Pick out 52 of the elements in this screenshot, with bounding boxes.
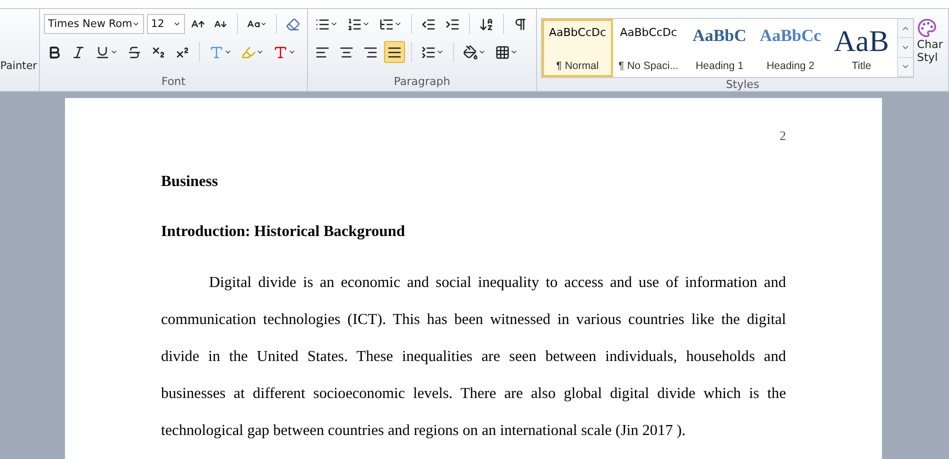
paint-bucket-icon [463,44,478,60]
subscript-icon [151,44,166,60]
align-right-icon [363,44,378,60]
caret-icon [224,48,232,56]
font-name-field[interactable]: Times New Rom [44,14,144,34]
body-paragraph: Digital divide is an economic and social inequality to access and use of information and communication technologies (ICT). This has been witnessed in various countries like the digital divide in the United States. These inequalities are seen between individuals, households and businesses at different socioeconomic levels. There are also global digital divide which is the technological gap between countries and regions on an international scale (Jin 2017 ). [161,273,786,441]
bullet-list-icon [315,16,330,32]
caret-icon [478,48,486,56]
strikethrough-icon [127,44,142,60]
font-color-icon [273,44,288,60]
eraser-icon [286,16,300,32]
style-tile[interactable]: AaBbCcDc ¶ Normal [542,19,613,77]
caret-icon [110,48,118,56]
caret-icon [256,48,264,56]
group-label: Styles [724,78,760,92]
align-justify-button[interactable] [384,41,405,63]
caret-icon [288,48,296,56]
caret-icon [330,20,338,28]
multilevel-list-icon [379,16,394,32]
change-styles-label[interactable]: Styl [917,51,938,64]
line-spacing-icon [421,44,436,60]
document-heading: Business [161,172,218,192]
indent-icon [445,16,460,32]
caret-icon [260,20,268,28]
italic-icon [71,44,86,60]
group-label: Paragraph [392,75,452,90]
caret-icon [362,20,370,28]
highlighter-icon [241,44,256,60]
grid-icon [495,44,510,60]
caret-icon [436,48,444,56]
sort-icon [479,16,494,32]
format-painter-label[interactable]: Painter [0,59,39,73]
pilcrow-icon [513,16,528,32]
caret-icon [510,48,518,56]
caret-icon [132,20,140,28]
palette-icon [917,18,937,38]
superscript-icon [175,44,190,60]
group-label: Font [160,75,186,90]
underline-icon [95,44,110,60]
change-styles-label[interactable]: Char [917,38,943,51]
outdent-icon [421,16,436,32]
caret-icon [172,20,181,28]
font-size-field[interactable]: 12 [147,14,185,34]
document-heading: Introduction: Historical Background [161,222,406,242]
text-effects-icon [209,44,224,60]
align-justify-icon [387,44,402,60]
bold-icon [47,44,62,60]
numbered-list-icon [347,16,362,32]
align-center-icon [339,44,354,60]
align-left-icon [315,44,330,60]
page-number: 2 [780,128,786,144]
caret-icon [394,20,402,28]
